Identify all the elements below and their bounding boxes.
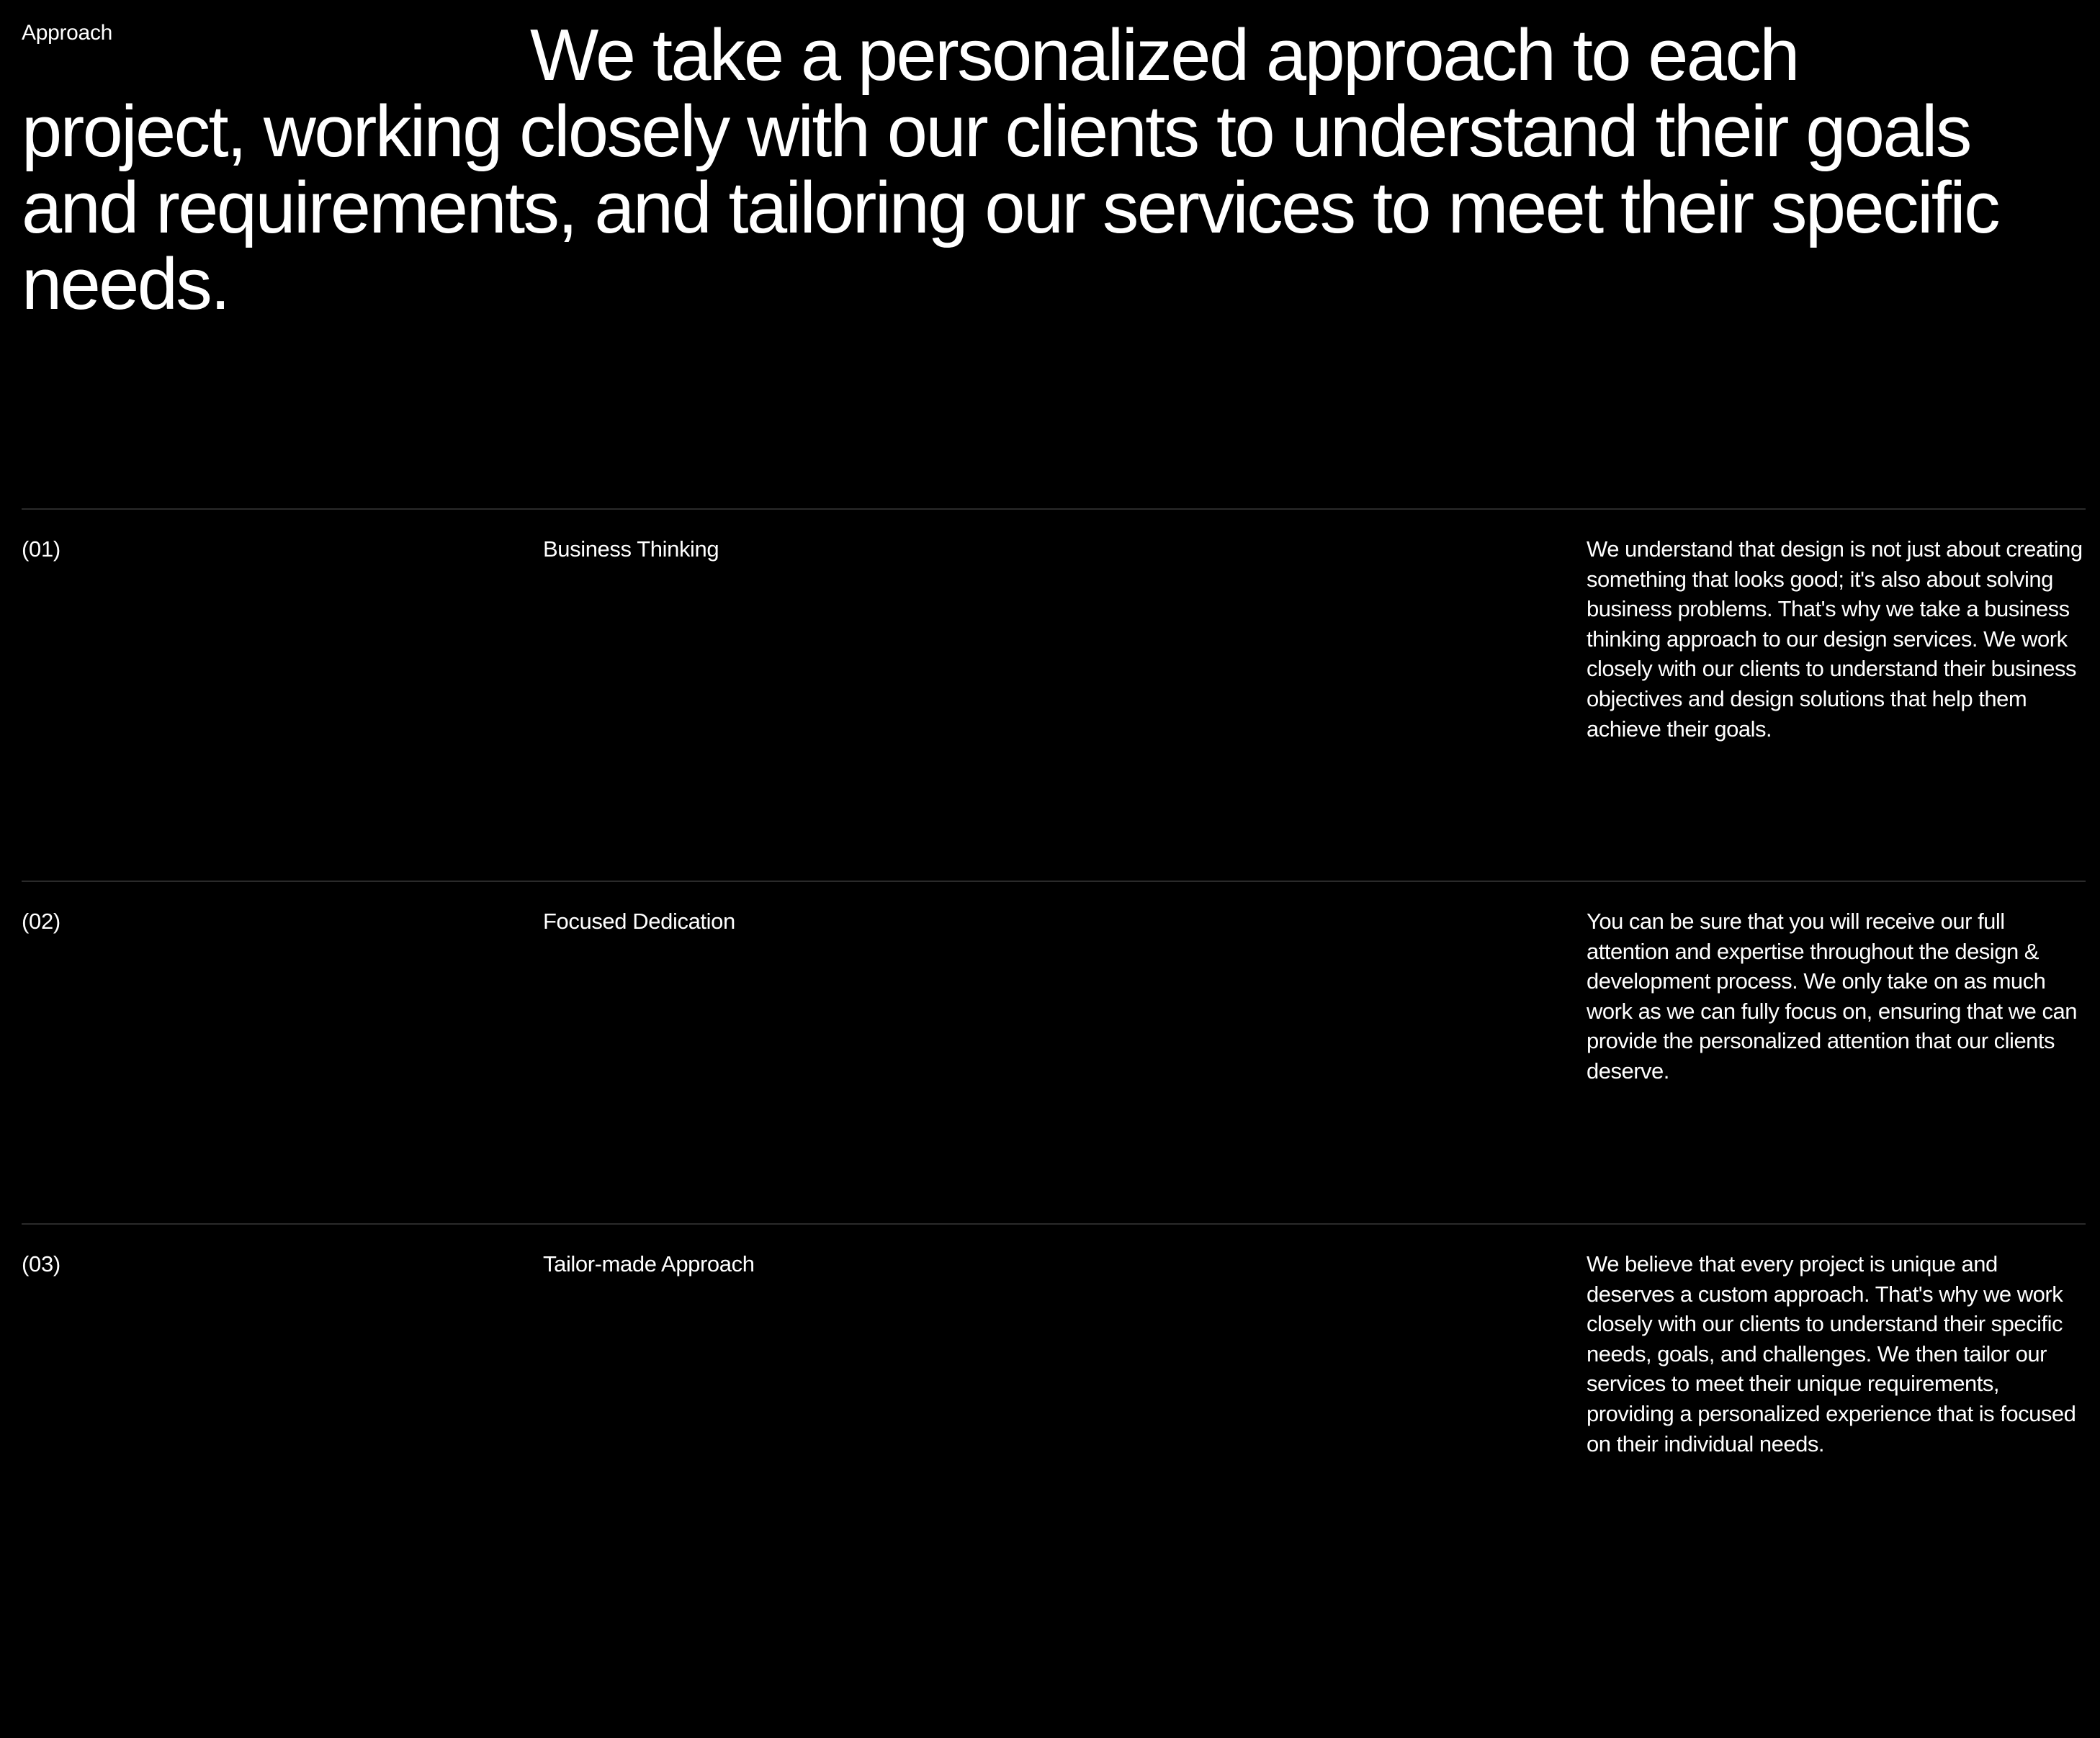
- item-description: We understand that design is not just ab…: [1587, 536, 2083, 742]
- item-description: You can be sure that you will receive ou…: [1587, 909, 2077, 1084]
- item-number: (02): [22, 909, 60, 934]
- item-number: (03): [22, 1251, 60, 1277]
- headline: We take a personalized approach to each …: [22, 15, 2001, 325]
- item-description: We believe that every project is unique …: [1587, 1251, 2076, 1456]
- item-title: Focused Dedication: [543, 909, 735, 934]
- approach-item: (03) Tailor-made Approach We believe tha…: [22, 1223, 2086, 1727]
- approach-item: (02) Focused Dedication You can be sure …: [22, 881, 2086, 1223]
- approach-page: Approach We take a personalized approach…: [0, 0, 2100, 1738]
- item-title: Tailor-made Approach: [543, 1251, 755, 1277]
- item-title: Business Thinking: [543, 536, 719, 562]
- item-number: (01): [22, 536, 60, 562]
- approach-item: (01) Business Thinking We understand tha…: [22, 508, 2086, 881]
- approach-list: (01) Business Thinking We understand tha…: [22, 508, 2086, 1727]
